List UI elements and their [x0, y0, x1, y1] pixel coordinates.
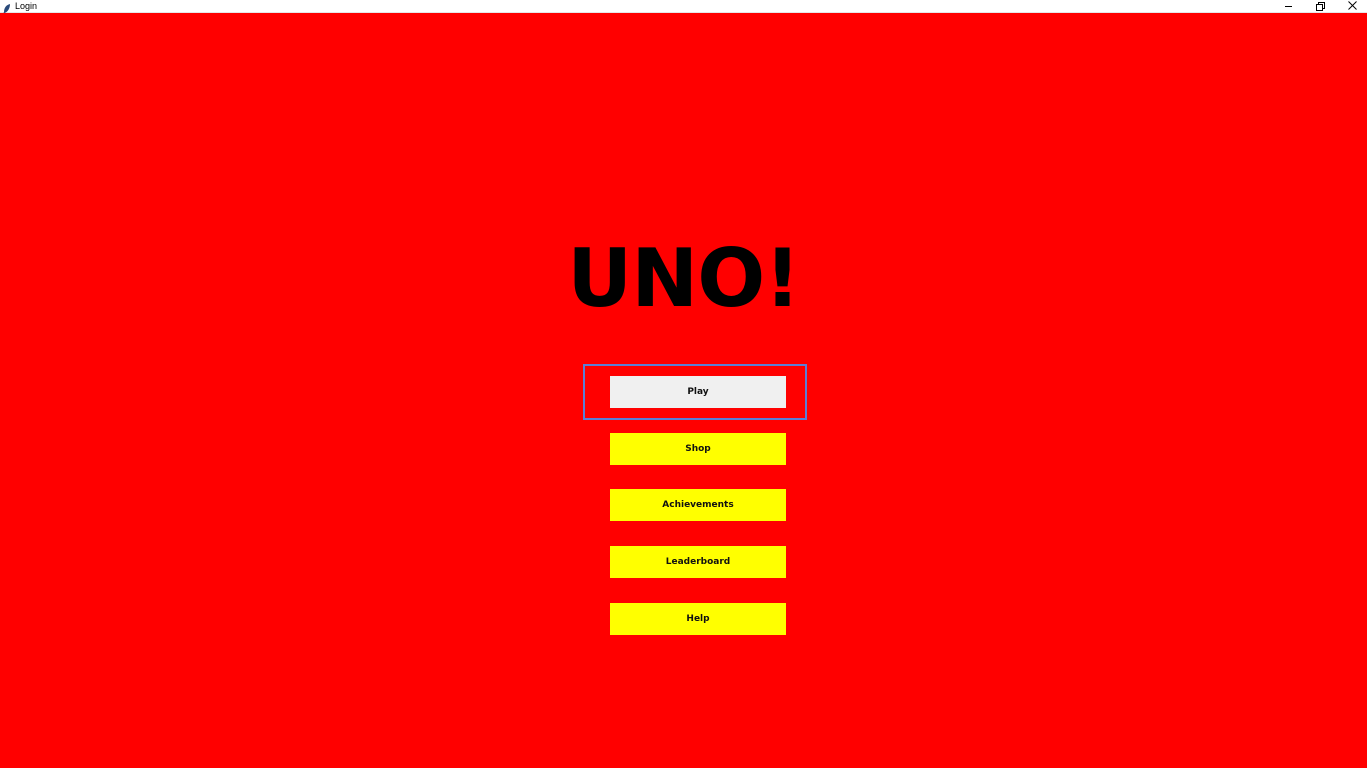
- help-button[interactable]: Help: [610, 603, 786, 635]
- restore-button[interactable]: [1305, 0, 1335, 12]
- window-title: Login: [15, 1, 38, 11]
- app-window: Login UNO! Play Shop Achievements Leader…: [0, 0, 1367, 768]
- minimize-icon: [1284, 5, 1292, 7]
- leaderboard-button[interactable]: Leaderboard: [610, 546, 786, 578]
- feather-icon: [3, 1, 11, 14]
- minimize-button[interactable]: [1273, 0, 1303, 12]
- achievements-button[interactable]: Achievements: [610, 489, 786, 521]
- game-title: UNO!: [567, 232, 800, 325]
- close-button[interactable]: [1337, 0, 1367, 12]
- shop-button[interactable]: Shop: [610, 433, 786, 465]
- restore-icon: [1316, 2, 1325, 11]
- title-bar[interactable]: Login: [0, 0, 1367, 14]
- main-menu-panel: UNO! Play Shop Achievements Leaderboard …: [0, 13, 1367, 768]
- play-button[interactable]: Play: [610, 376, 786, 408]
